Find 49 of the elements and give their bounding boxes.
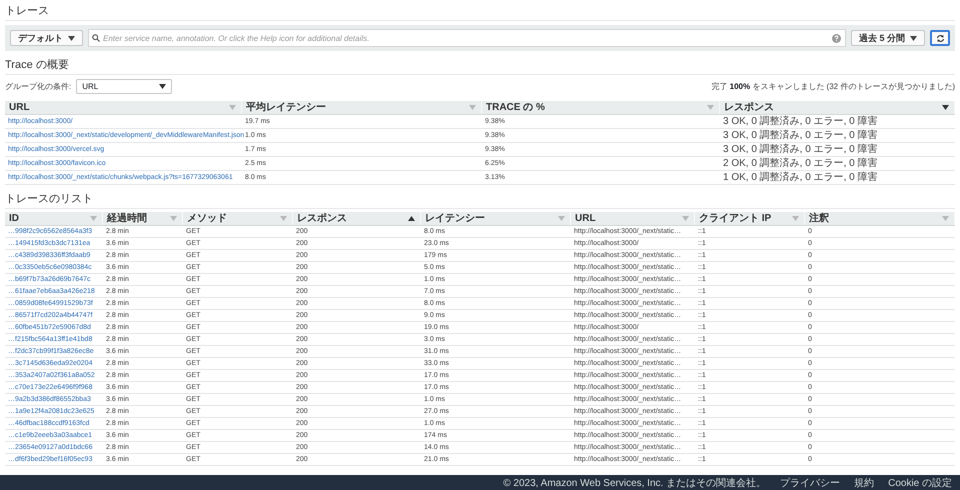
search-icon xyxy=(92,34,100,42)
table-cell-text: 3 OK, 0 調整済み, 0 エラー, 0 障害 xyxy=(722,143,878,156)
refresh-button[interactable] xyxy=(930,30,950,46)
sort-icon[interactable] xyxy=(558,216,565,221)
footer-link[interactable]: 規約 xyxy=(854,476,874,490)
column-header[interactable]: メソッド xyxy=(183,212,293,225)
column-header[interactable]: レスポンス xyxy=(293,212,421,225)
sort-icon[interactable] xyxy=(792,216,799,221)
sort-ascending-icon[interactable] xyxy=(408,216,415,221)
section-title: トレース xyxy=(5,5,49,17)
group-by-select[interactable]: URL xyxy=(76,79,172,94)
column-header[interactable]: レスポンス xyxy=(720,101,955,114)
table-cell-text: 3 OK, 0 調整済み, 0 エラー, 0 障害 xyxy=(722,115,878,128)
time-range-dropdown[interactable]: 過去 5 分間 xyxy=(850,30,925,46)
sort-icon[interactable] xyxy=(170,216,177,221)
table-cell-text: 2 OK, 0 調整済み, 0 エラー, 0 障害 xyxy=(722,157,878,170)
refresh-icon xyxy=(936,34,944,42)
caret-icon xyxy=(910,36,917,40)
sort-descending-icon[interactable] xyxy=(942,105,949,110)
filter-search-field[interactable]: Enter service name, annotation. Or click the Help icon for additional details. xyxy=(88,29,846,47)
footer-link[interactable]: プライバシー xyxy=(780,476,840,490)
column-header[interactable]: URL xyxy=(5,101,242,114)
section-title: トレースのリスト xyxy=(5,193,93,205)
table-cell-text: 1 OK, 0 調整済み, 0 エラー, 0 障害 xyxy=(722,171,878,184)
sort-icon[interactable] xyxy=(280,216,287,221)
caret-icon xyxy=(68,36,75,40)
column-header[interactable]: クライアント IP xyxy=(695,212,805,225)
sort-icon[interactable] xyxy=(229,105,236,110)
column-header[interactable]: レイテンシー xyxy=(421,212,571,225)
table-cell-text: 3 OK, 0 調整済み, 0 エラー, 0 障害 xyxy=(722,129,878,142)
caret-icon xyxy=(159,84,166,89)
sort-icon[interactable] xyxy=(90,216,97,221)
column-header[interactable]: URL xyxy=(571,212,695,225)
sort-icon[interactable] xyxy=(942,216,949,221)
column-header[interactable]: 平均レイテンシー xyxy=(242,101,482,114)
column-header[interactable]: 経過時間 xyxy=(103,212,183,225)
copyright-text: © 2023, Amazon Web Services, Inc. またはその関連会社。 xyxy=(503,476,766,490)
footer-link[interactable]: Cookie の設定 xyxy=(888,476,952,490)
sort-icon[interactable] xyxy=(469,105,476,110)
default-filter-dropdown[interactable]: デフォルト xyxy=(10,30,83,46)
group-by-label: グループ化の条件: xyxy=(5,81,72,92)
column-header[interactable]: 注釈 xyxy=(805,212,955,225)
scan-status-text: 完了 100% をスキャンしました (32 件のトレースが見つかりました) xyxy=(711,81,955,92)
sort-icon[interactable] xyxy=(682,216,689,221)
column-header[interactable]: TRACE の % xyxy=(482,101,720,114)
sort-icon[interactable] xyxy=(707,105,714,110)
column-header[interactable]: ID xyxy=(5,212,103,225)
help-icon[interactable] xyxy=(832,34,841,42)
section-title: Trace の概要 xyxy=(5,59,69,71)
